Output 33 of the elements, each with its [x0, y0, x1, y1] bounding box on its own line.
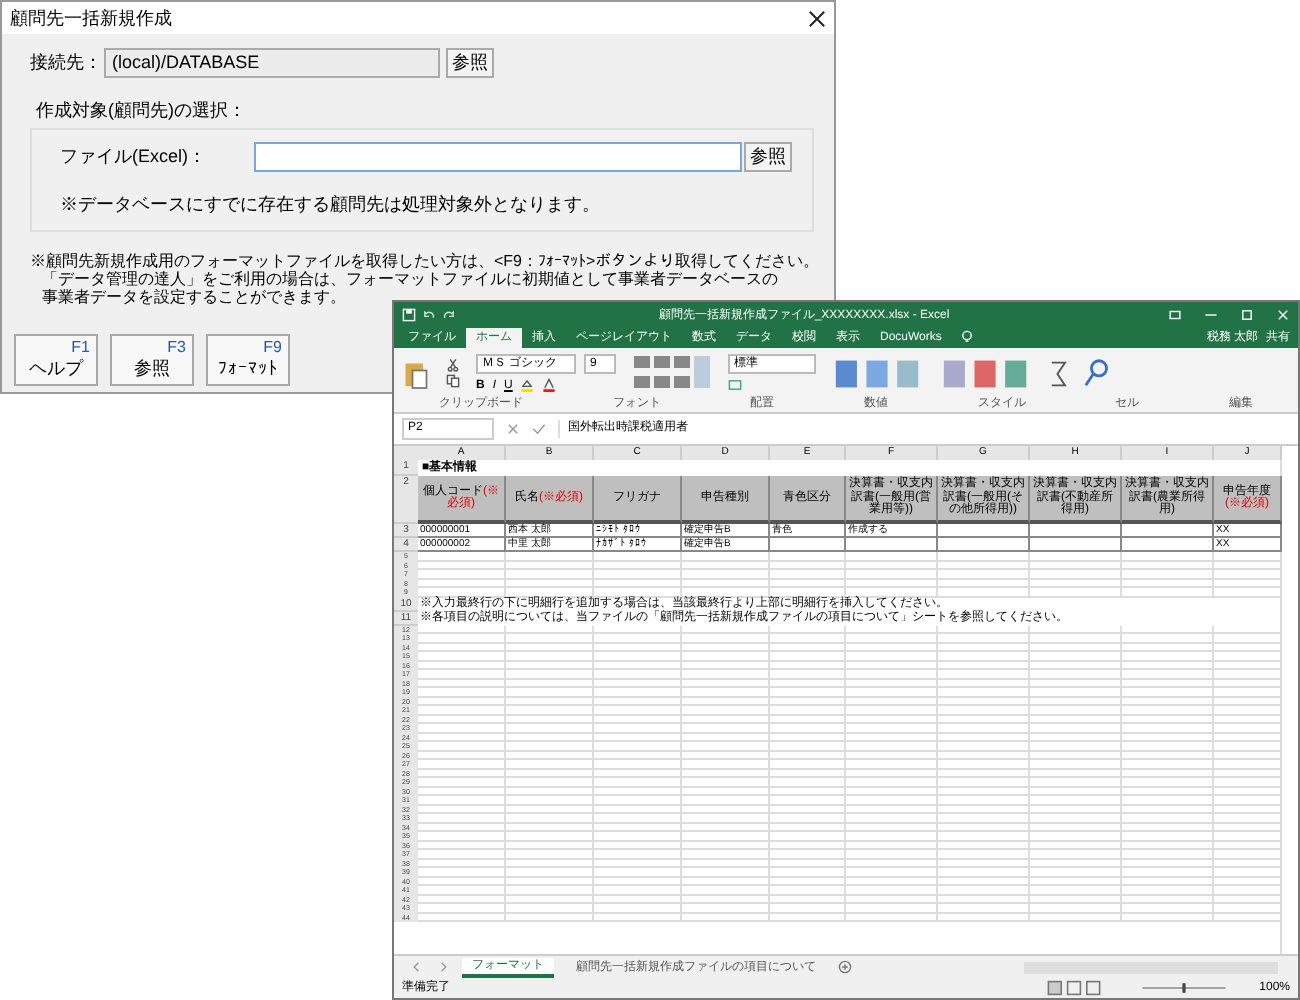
function-key-button[interactable]: F1 ヘルプ — [14, 334, 98, 386]
connection-label: 接続先： — [30, 50, 98, 76]
lightbulb-icon[interactable] — [959, 330, 974, 344]
file-label: ファイル(Excel)： — [60, 144, 209, 170]
group-title: 作成対象(顧問先)の選択： — [36, 98, 248, 124]
connection-field: (local)/DATABASE — [104, 48, 440, 78]
note-text: 「データ管理の達人」をご利用の場合は、フォーマットファイルに初期値として事業者データベースの — [42, 270, 778, 288]
note-text: ※顧問先新規作成用のフォーマットファイルを取得したい方は、<F9：ﾌｫｰﾏｯﾄ>ボタンより取得してください。 — [30, 252, 820, 270]
note-text: ※データベースにすでに存在する顧問先は処理対象外となります。 — [60, 192, 602, 218]
file-input-field[interactable] — [254, 142, 742, 172]
close-icon[interactable] — [808, 9, 826, 27]
copy-icon[interactable] — [446, 374, 460, 388]
fill-color-icon[interactable] — [520, 378, 535, 392]
previous-sheet-icon[interactable] — [410, 960, 424, 974]
maximize-icon[interactable] — [1240, 307, 1254, 321]
function-key-button[interactable]: F3 参照 — [110, 334, 194, 386]
cancel-icon[interactable] — [506, 422, 520, 436]
add-sheet-icon[interactable] — [838, 960, 852, 974]
browse-button[interactable]: 参照 — [744, 142, 792, 172]
style-icons[interactable] — [832, 355, 924, 391]
next-sheet-icon[interactable] — [436, 960, 450, 974]
cut-icon[interactable] — [446, 358, 460, 372]
window-title: 顧問先一括新規作成 — [10, 5, 174, 31]
note-text: 事業者データを設定することができます。 — [42, 288, 346, 306]
undo-icon[interactable] — [422, 307, 436, 321]
cell-icons[interactable] — [940, 355, 1032, 391]
redo-icon[interactable] — [442, 307, 456, 321]
font-color-icon[interactable] — [542, 378, 557, 392]
browse-button[interactable]: 参照 — [446, 48, 494, 78]
ribbon-display-icon[interactable] — [1168, 307, 1182, 321]
save-icon[interactable] — [402, 307, 416, 321]
check-icon[interactable] — [532, 422, 546, 436]
function-key-button[interactable]: F9 ﾌｫｰﾏｯﾄ — [206, 334, 290, 386]
